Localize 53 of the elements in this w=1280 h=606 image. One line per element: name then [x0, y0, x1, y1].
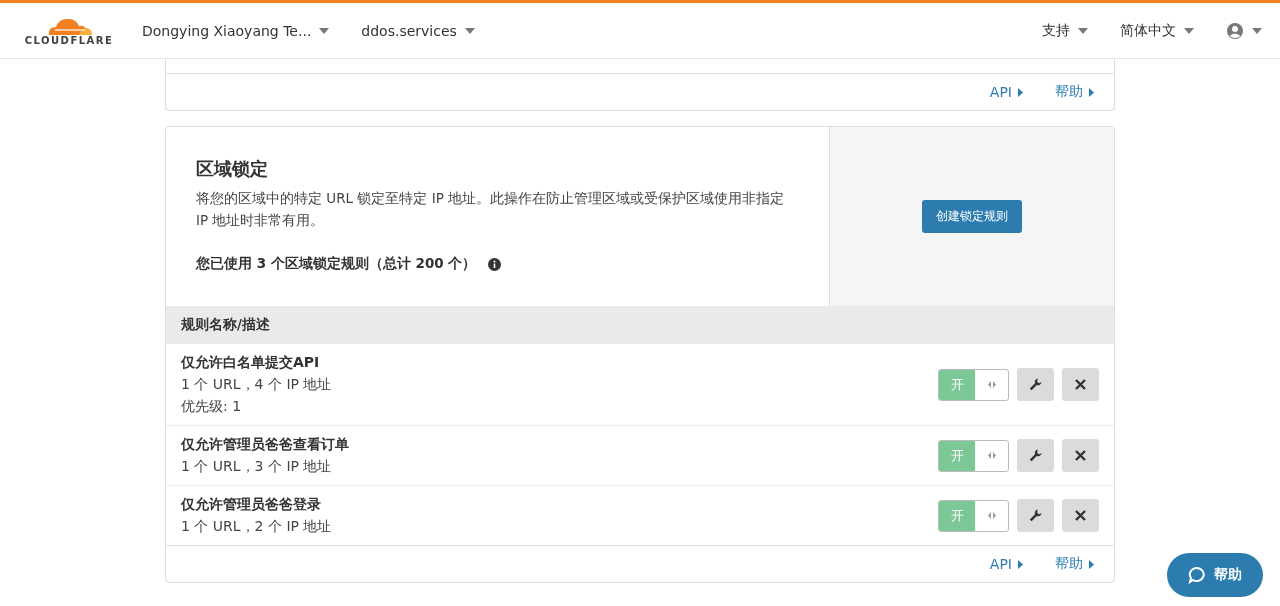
delete-button[interactable] — [1062, 499, 1099, 532]
section-description: 将您的区域中的特定 URL 锁定至特定 IP 地址。此操作在防止管理区域或受保护区域使用非指定 IP 地址时非常有用。 — [196, 189, 786, 230]
edit-button[interactable] — [1017, 499, 1054, 532]
rule-name: 仅允许管理员爸爸登录 — [181, 495, 322, 514]
user-icon — [1226, 21, 1244, 40]
toggle-on-fill: 开 — [939, 369, 975, 400]
support-dropdown[interactable]: 支持 — [1042, 21, 1088, 40]
toggle-on-fill: 开 — [939, 500, 975, 531]
edit-button[interactable] — [1017, 439, 1054, 472]
caret-icon — [1252, 27, 1262, 34]
caret-icon — [1089, 87, 1094, 97]
caret-icon — [1184, 27, 1194, 34]
user-menu[interactable] — [1226, 21, 1262, 40]
chat-bubble-icon — [1188, 566, 1206, 584]
footer-link[interactable]: 帮助 — [1055, 83, 1094, 101]
caret-icon — [1018, 559, 1023, 569]
rule-detail: 1 个 URL，2 个 IP 地址 — [181, 517, 333, 536]
footer-link[interactable]: API — [989, 84, 1023, 100]
caret-icon — [1018, 87, 1023, 97]
column-header: 规则名称/描述 — [181, 315, 270, 334]
close-icon — [1075, 450, 1086, 461]
delete-button[interactable] — [1062, 368, 1099, 401]
arrows-icon — [987, 381, 996, 388]
footer-link[interactable]: API — [989, 556, 1023, 572]
toggle-on-fill: 开 — [939, 440, 975, 471]
wrench-icon — [1029, 509, 1042, 522]
wrench-icon — [1029, 449, 1042, 462]
caret-icon — [1078, 27, 1088, 34]
footer-link[interactable]: 帮助 — [1055, 555, 1094, 573]
rule-detail: 1 个 URL，4 个 IP 地址 — [181, 375, 333, 394]
info-icon[interactable] — [488, 257, 502, 271]
edit-button[interactable] — [1017, 368, 1054, 401]
wrench-icon — [1029, 378, 1042, 391]
usage-text: 您已使用 3 个区域锁定规则（总计 200 个） — [196, 255, 477, 273]
account-dropdown[interactable]: Dongying Xiaoyang Te... — [142, 22, 330, 39]
rule-detail: 1 个 URL，3 个 IP 地址 — [181, 457, 333, 476]
rule-name: 仅允许白名单提交API — [181, 353, 321, 372]
language-dropdown[interactable]: 简体中文 — [1120, 21, 1194, 40]
create-rule-button[interactable]: 创建锁定规则 — [922, 200, 1022, 233]
brand-wordmark[interactable]: CLOUDFLARE — [24, 35, 114, 46]
caret-icon — [319, 27, 330, 34]
close-icon — [1075, 379, 1086, 390]
arrows-icon — [987, 452, 996, 459]
section-title: 区域锁定 — [196, 157, 269, 181]
rule-name: 仅允许管理员爸爸查看订单 — [181, 435, 350, 454]
close-icon — [1075, 510, 1086, 521]
caret-icon — [464, 27, 475, 34]
rule-detail: 优先级: 1 — [181, 397, 243, 416]
delete-button[interactable] — [1062, 439, 1099, 472]
caret-icon — [1089, 559, 1094, 569]
arrows-icon — [987, 512, 996, 519]
help-chat-button[interactable]: 帮助 — [1167, 553, 1263, 597]
domain-dropdown[interactable]: ddos.services — [361, 22, 475, 39]
